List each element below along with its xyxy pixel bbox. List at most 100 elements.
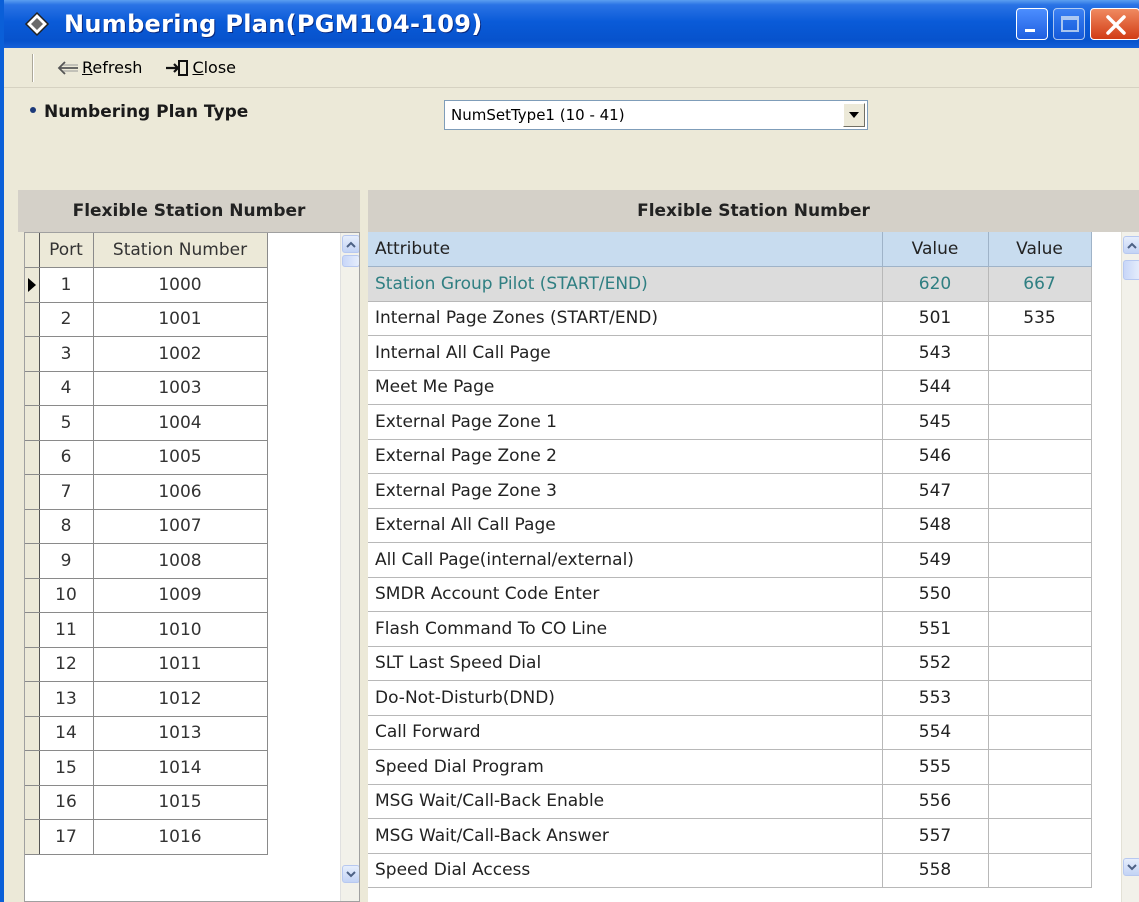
scroll-thumb[interactable] — [342, 255, 359, 267]
value-cell-1[interactable]: 556 — [882, 784, 989, 819]
station-row[interactable]: 2 1001 — [25, 302, 268, 337]
station-row[interactable]: 9 1008 — [25, 543, 268, 579]
value-cell-1[interactable]: 545 — [882, 404, 989, 440]
attribute-cell[interactable]: External Page Zone 1 — [368, 404, 883, 440]
attribute-cell[interactable]: SLT Last Speed Dial — [368, 646, 883, 681]
value-cell-2[interactable] — [988, 370, 1092, 405]
row-selector[interactable] — [25, 405, 40, 441]
station-number-cell[interactable]: 1012 — [93, 681, 268, 717]
attribute-cell[interactable]: Flash Command To CO Line — [368, 611, 883, 647]
attribute-cell[interactable]: Do-Not-Disturb(DND) — [368, 680, 883, 716]
port-cell[interactable]: 13 — [39, 681, 94, 717]
port-cell[interactable]: 14 — [39, 716, 94, 751]
plan-type-dropdown[interactable]: NumSetType1 (10 - 41) — [444, 100, 868, 130]
attribute-cell[interactable]: Speed Dial Program — [368, 749, 883, 785]
attribute-cell[interactable]: Speed Dial Access — [368, 853, 883, 888]
row-selector[interactable] — [25, 716, 40, 751]
value-cell-2[interactable] — [988, 577, 1092, 612]
attribute-cell[interactable]: Station Group Pilot (START/END) — [368, 266, 883, 302]
station-number-cell[interactable]: 1015 — [93, 785, 268, 820]
value-cell-1[interactable]: 546 — [882, 439, 989, 474]
station-row[interactable]: 13 1012 — [25, 681, 268, 717]
port-cell[interactable]: 6 — [39, 440, 94, 475]
value-cell-1[interactable]: 552 — [882, 646, 989, 681]
attribute-row[interactable]: External Page Zone 1 545 — [368, 404, 1092, 440]
value-column-header-2[interactable]: Value — [988, 232, 1092, 267]
attribute-grid-scrollbar[interactable] — [1121, 232, 1139, 902]
station-row[interactable]: 17 1016 — [25, 819, 268, 855]
maximize-button[interactable] — [1053, 8, 1085, 40]
value-cell-2[interactable] — [988, 818, 1092, 854]
port-cell[interactable]: 12 — [39, 647, 94, 682]
toolbar-grip[interactable] — [32, 53, 34, 82]
scroll-thumb[interactable] — [1123, 260, 1139, 280]
attribute-row[interactable]: SLT Last Speed Dial 552 — [368, 646, 1092, 681]
attribute-row[interactable]: Do-Not-Disturb(DND) 553 — [368, 680, 1092, 716]
value-cell-1[interactable]: 555 — [882, 749, 989, 785]
port-cell[interactable]: 8 — [39, 509, 94, 544]
station-number-cell[interactable]: 1016 — [93, 819, 268, 855]
attribute-column-header[interactable]: Attribute — [368, 232, 883, 267]
station-row[interactable]: 8 1007 — [25, 509, 268, 544]
refresh-button[interactable]: Refresh — [54, 58, 142, 77]
attribute-row[interactable]: Flash Command To CO Line 551 — [368, 611, 1092, 647]
value-cell-2[interactable] — [988, 473, 1092, 509]
value-cell-1[interactable]: 543 — [882, 335, 989, 371]
value-cell-2[interactable] — [988, 680, 1092, 716]
attribute-row[interactable]: SMDR Account Code Enter 550 — [368, 577, 1092, 612]
attribute-row[interactable]: Internal All Call Page 543 — [368, 335, 1092, 371]
minimize-button[interactable] — [1016, 8, 1048, 40]
value-cell-1[interactable]: 548 — [882, 508, 989, 543]
chevron-down-icon[interactable] — [843, 103, 865, 127]
attribute-cell[interactable]: Meet Me Page — [368, 370, 883, 405]
station-row[interactable]: 5 1004 — [25, 405, 268, 441]
port-cell[interactable]: 4 — [39, 371, 94, 406]
value-cell-2[interactable] — [988, 542, 1092, 578]
value-cell-1[interactable]: 553 — [882, 680, 989, 716]
value-cell-1[interactable]: 557 — [882, 818, 989, 854]
scroll-up-button[interactable] — [342, 235, 359, 253]
station-row[interactable]: 3 1002 — [25, 336, 268, 372]
row-selector[interactable] — [25, 578, 40, 613]
attribute-cell[interactable]: MSG Wait/Call-Back Answer — [368, 818, 883, 854]
port-cell[interactable]: 5 — [39, 405, 94, 441]
attribute-cell[interactable]: External All Call Page — [368, 508, 883, 543]
value-cell-1[interactable]: 554 — [882, 715, 989, 750]
row-selector[interactable] — [25, 302, 40, 337]
station-number-cell[interactable]: 1001 — [93, 302, 268, 337]
station-row[interactable]: 6 1005 — [25, 440, 268, 475]
value-cell-2[interactable] — [988, 715, 1092, 750]
station-number-cell[interactable]: 1000 — [93, 267, 268, 303]
station-row[interactable]: 15 1014 — [25, 750, 268, 786]
value-cell-2[interactable] — [988, 646, 1092, 681]
attribute-cell[interactable]: Call Forward — [368, 715, 883, 750]
value-cell-2[interactable] — [988, 749, 1092, 785]
attribute-row[interactable]: MSG Wait/Call-Back Enable 556 — [368, 784, 1092, 819]
attribute-row[interactable]: External All Call Page 548 — [368, 508, 1092, 543]
port-cell[interactable]: 11 — [39, 612, 94, 648]
station-row[interactable]: 7 1006 — [25, 474, 268, 510]
scroll-down-button[interactable] — [342, 865, 359, 883]
station-number-cell[interactable]: 1010 — [93, 612, 268, 648]
station-row[interactable]: 11 1010 — [25, 612, 268, 648]
row-selector[interactable] — [25, 474, 40, 510]
attribute-cell[interactable]: External Page Zone 2 — [368, 439, 883, 474]
attribute-cell[interactable]: MSG Wait/Call-Back Enable — [368, 784, 883, 819]
station-number-cell[interactable]: 1004 — [93, 405, 268, 441]
value-cell-1[interactable]: 549 — [882, 542, 989, 578]
value-cell-2[interactable]: 667 — [988, 266, 1092, 302]
station-number-cell[interactable]: 1013 — [93, 716, 268, 751]
value-cell-1[interactable]: 501 — [882, 301, 989, 336]
row-selector[interactable] — [25, 336, 40, 372]
row-selector[interactable] — [25, 612, 40, 648]
port-cell[interactable]: 15 — [39, 750, 94, 786]
station-row[interactable]: 16 1015 — [25, 785, 268, 820]
attribute-cell[interactable]: All Call Page(internal/external) — [368, 542, 883, 578]
station-row[interactable]: 14 1013 — [25, 716, 268, 751]
value-cell-1[interactable]: 544 — [882, 370, 989, 405]
value-cell-2[interactable] — [988, 853, 1092, 888]
station-row[interactable]: 12 1011 — [25, 647, 268, 682]
attribute-cell[interactable]: Internal Page Zones (START/END) — [368, 301, 883, 336]
value-cell-2[interactable] — [988, 439, 1092, 474]
value-cell-2[interactable] — [988, 784, 1092, 819]
